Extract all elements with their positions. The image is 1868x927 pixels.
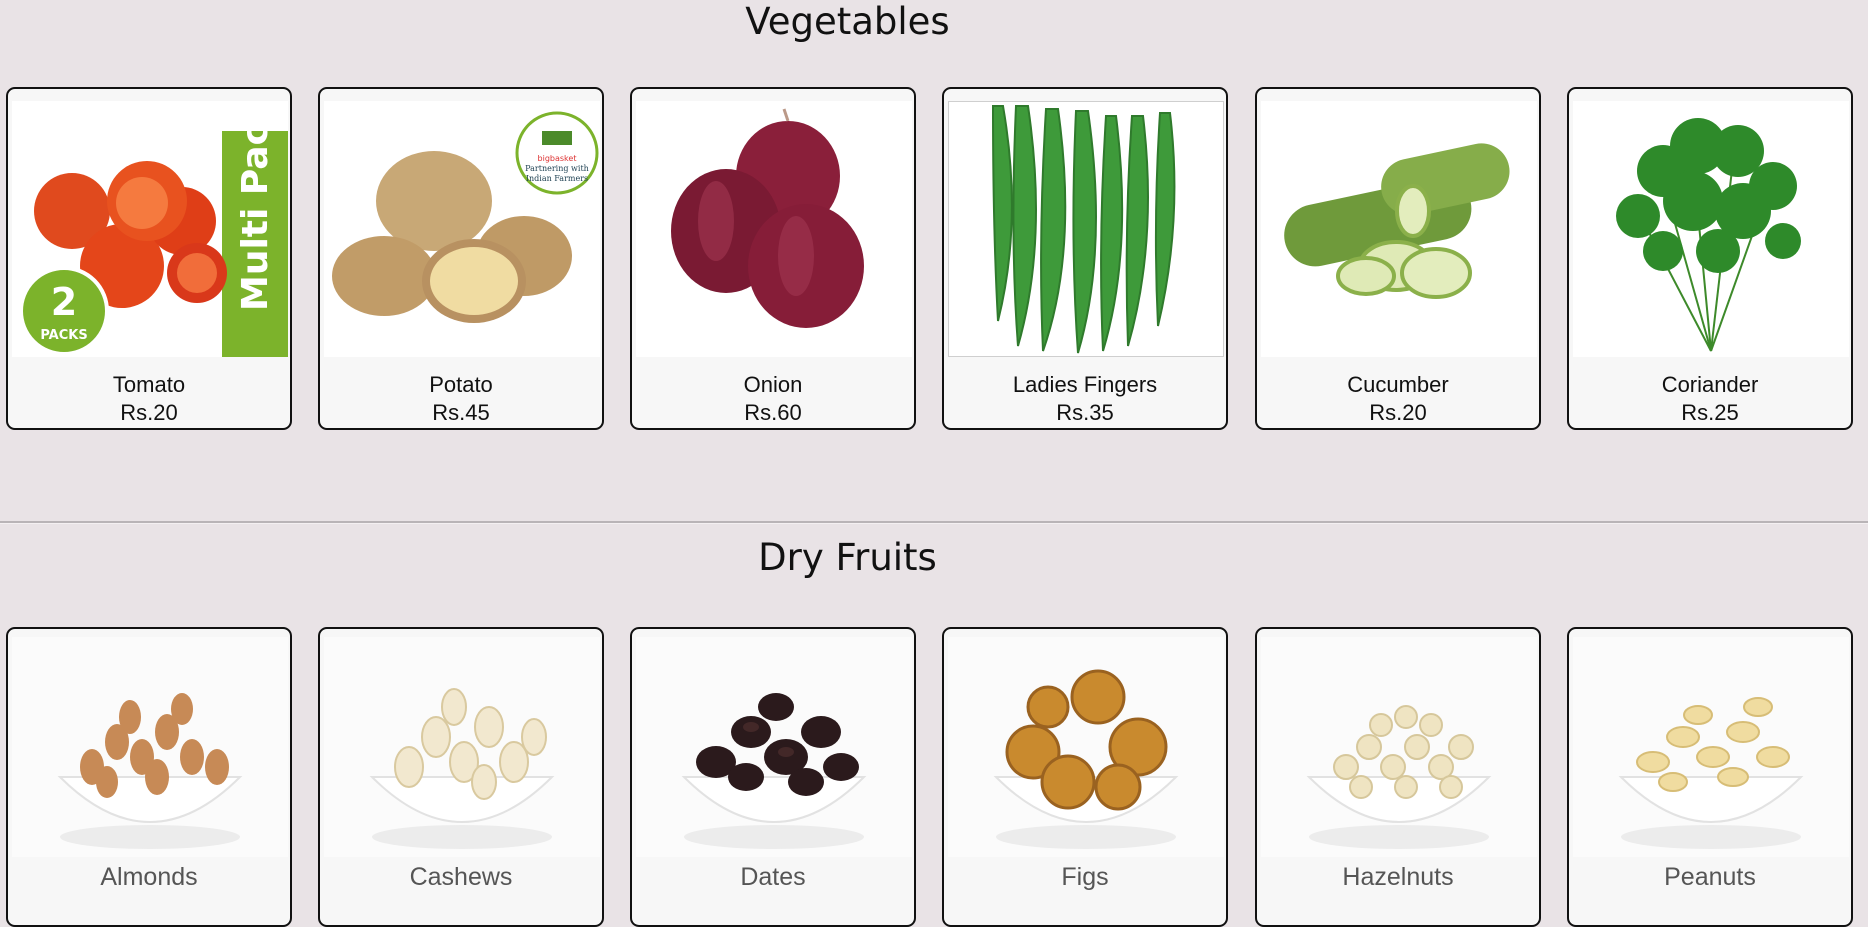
vegetables-section-title: Vegetables [745,0,950,43]
product-card-almonds[interactable]: Almonds [6,627,292,927]
brand-line1: bigbasket [538,154,577,163]
product-name: Potato [429,372,493,397]
product-card-onion[interactable]: Onion Rs.60 [630,87,916,430]
brand-line2: Partnering with [525,164,589,173]
hazelnuts-image [1261,637,1537,857]
cashews-image [324,637,600,857]
product-name: Dates [740,863,806,891]
coriander-image [1573,101,1849,357]
product-card-tomato[interactable]: Multi Pack 2 PACKS Tomato Rs.20 [6,87,292,430]
product-card-hazelnuts[interactable]: Hazelnuts [1255,627,1541,927]
product-name: Tomato [112,372,186,397]
dates-image [636,637,912,857]
product-name: Almonds [100,863,198,891]
product-card-potato[interactable]: bigbasket Partnering with Indian Farmers… [318,87,604,430]
product-name: Ladies Fingers [1012,372,1158,397]
product-price: Rs.20 [120,400,178,425]
product-card-coriander[interactable]: Coriander Rs.25 [1567,87,1853,430]
pack-sub-text: PACKS [40,328,87,343]
product-card-figs[interactable]: Figs [942,627,1228,927]
brand-line3: Indian Farmers [526,174,588,183]
product-price: Rs.20 [1369,400,1427,425]
almonds-image [12,637,288,857]
product-price: Rs.25 [1681,400,1739,425]
dry-fruits-section-title: Dry Fruits [758,536,937,579]
product-card-peanuts[interactable]: Peanuts [1567,627,1853,927]
product-name: Hazelnuts [1342,863,1454,891]
product-name: Cucumber [1347,372,1449,397]
product-name: Onion [743,372,803,397]
product-price: Rs.45 [432,400,490,425]
product-name: Figs [1061,863,1109,891]
product-price: Rs.35 [1056,400,1114,425]
tomato-image: Multi Pack 2 PACKS [12,101,288,357]
okra-image [948,101,1224,357]
product-name: Cashews [409,863,513,891]
product-card-dates[interactable]: Dates [630,627,916,927]
product-card-ladies-fingers[interactable]: Ladies Fingers Rs.35 [942,87,1228,430]
product-card-cashews[interactable]: Cashews [318,627,604,927]
potato-image: bigbasket Partnering with Indian Farmers [324,101,600,357]
pack-count-text: 2 [51,280,77,324]
peanuts-image [1573,637,1849,857]
product-price: Rs.60 [744,400,802,425]
product-name: Coriander [1661,372,1759,397]
section-divider [0,521,1868,524]
product-card-cucumber[interactable]: Cucumber Rs.20 [1255,87,1541,430]
onion-image [636,101,912,357]
multipack-badge-text: Multi Pack [235,101,276,311]
product-name: Peanuts [1664,863,1756,891]
cucumber-image [1261,101,1537,357]
figs-image [948,637,1224,857]
